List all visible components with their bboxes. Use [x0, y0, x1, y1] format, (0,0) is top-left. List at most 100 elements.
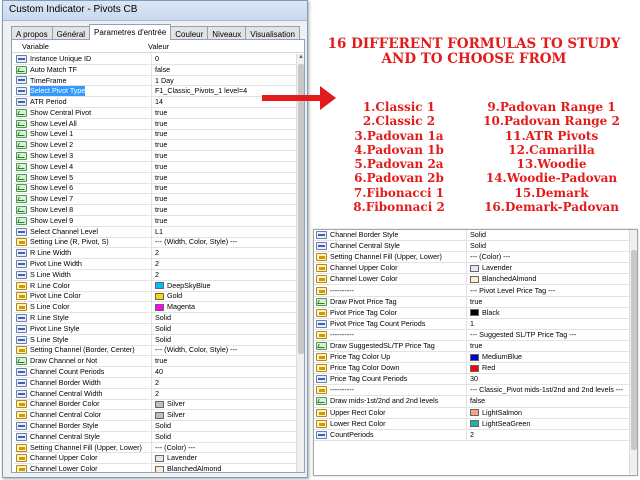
value-cell[interactable]: Solid: [152, 421, 296, 431]
table-row[interactable]: Show Level 6 true: [14, 183, 296, 195]
tab-2[interactable]: Parametres d'entrée: [89, 24, 172, 40]
table-row[interactable]: ---------- --- Classic_Pivot mids-1st/2nd…: [314, 385, 630, 397]
table-row[interactable]: Upper Rect Color LightSalmon: [314, 407, 630, 419]
table-row[interactable]: Channel Count Periods 40: [14, 367, 296, 378]
table-row[interactable]: Channel Upper Color Lavender: [314, 263, 630, 275]
value-cell[interactable]: LightSalmon: [467, 408, 630, 418]
value-cell[interactable]: Solid: [152, 324, 296, 334]
scroll-up-icon[interactable]: ▲: [297, 54, 305, 62]
value-cell[interactable]: Solid: [467, 230, 630, 240]
value-cell[interactable]: false: [467, 396, 630, 406]
value-cell[interactable]: true: [152, 162, 296, 172]
value-cell[interactable]: true: [152, 119, 296, 129]
value-cell[interactable]: true: [152, 140, 296, 150]
table-row[interactable]: Show Level 9 true: [14, 215, 296, 227]
value-cell[interactable]: true: [152, 194, 296, 204]
value-cell[interactable]: 2: [152, 378, 296, 388]
value-cell[interactable]: true: [152, 130, 296, 140]
value-cell[interactable]: 40: [152, 367, 296, 377]
table-row[interactable]: TimeFrame 1 Day: [14, 75, 296, 87]
table-row[interactable]: Show Central Pivot true: [14, 107, 296, 119]
table-row[interactable]: Draw Channel or Not true: [14, 356, 296, 368]
value-cell[interactable]: --- (Width, Color, Style) ---: [152, 238, 296, 248]
table-row[interactable]: Pivot Price Tag Color Black: [314, 307, 630, 319]
value-cell[interactable]: 30: [467, 374, 630, 384]
table-row[interactable]: Channel Border Width 2: [14, 377, 296, 389]
table-row[interactable]: Show Level 2 true: [14, 140, 296, 152]
value-cell[interactable]: true: [152, 216, 296, 226]
value-cell[interactable]: true: [467, 297, 630, 307]
table-row[interactable]: Select Pivot Type F1_Classic_Pivots_1 lev…: [14, 86, 296, 98]
table-row[interactable]: Channel Border Style Solid: [314, 230, 630, 242]
grid-scrollbar[interactable]: ▲: [296, 54, 304, 472]
table-row[interactable]: S Line Style Solid: [14, 334, 296, 346]
table-row[interactable]: Draw SuggestedSL/TP Price Tag true: [314, 340, 630, 353]
value-cell[interactable]: BlanchedAlmond: [152, 464, 296, 472]
table-row[interactable]: Price Tag Color Up MediumBlue: [314, 352, 630, 364]
tab-1[interactable]: Général: [51, 26, 91, 40]
value-cell[interactable]: true: [152, 151, 296, 161]
value-cell[interactable]: true: [152, 108, 296, 118]
tab-4[interactable]: Niveaux: [207, 26, 247, 40]
table-row[interactable]: CountPeriods 2: [314, 429, 630, 441]
table-row[interactable]: Instance Unique ID 0: [14, 54, 296, 65]
value-cell[interactable]: 1: [467, 319, 630, 329]
table-row[interactable]: ---------- --- Suggested SL/TP Price Tag …: [314, 329, 630, 341]
table-row[interactable]: Pivot Line Color Gold: [14, 291, 296, 303]
value-cell[interactable]: false: [152, 65, 296, 75]
column-header-value[interactable]: Valeur: [148, 42, 304, 52]
value-cell[interactable]: --- Classic_Pivot mids-1st/2nd and 2nd l…: [467, 385, 630, 395]
table-row[interactable]: Channel Central Style Solid: [314, 241, 630, 253]
table-row[interactable]: Price Tag Count Periods 30: [314, 374, 630, 386]
value-cell[interactable]: 2: [152, 270, 296, 280]
table-row[interactable]: ATR Period 14: [14, 97, 296, 108]
value-cell[interactable]: Silver: [152, 410, 296, 420]
table-row[interactable]: Pivot Price Tag Count Periods 1: [314, 318, 630, 330]
table-row[interactable]: Show Level 4 true: [14, 161, 296, 173]
table-row[interactable]: Select Channel Level L1: [14, 226, 296, 238]
value-cell[interactable]: Lavender: [467, 263, 630, 273]
table-row[interactable]: R Line Style Solid: [14, 313, 296, 324]
table-row[interactable]: ---------- --- Pivot Level Price Tag ---: [314, 285, 630, 297]
table-row[interactable]: Channel Central Color Silver: [14, 410, 296, 422]
table-row[interactable]: Draw mids-1st/2nd and 2nd levels false: [314, 396, 630, 408]
table-row[interactable]: Show Level 3 true: [14, 151, 296, 162]
value-cell[interactable]: true: [467, 341, 630, 351]
value-cell[interactable]: BlanchedAlmond: [467, 274, 630, 284]
value-cell[interactable]: true: [152, 356, 296, 366]
table-row[interactable]: Price Tag Color Down Red: [314, 363, 630, 375]
tab-3[interactable]: Couleur: [170, 26, 209, 40]
table-row[interactable]: S Line Color Magenta: [14, 302, 296, 314]
value-cell[interactable]: Solid: [152, 335, 296, 345]
value-cell[interactable]: MediumBlue: [467, 352, 630, 362]
table-row[interactable]: Setting Channel Fill (Upper, Lower) --- (…: [14, 442, 296, 454]
table-row[interactable]: S Line Width 2: [14, 269, 296, 281]
table-row[interactable]: R Line Color DeepSkyBlue: [14, 280, 296, 292]
table-row[interactable]: Draw Pivot Price Tag true: [314, 296, 630, 308]
value-cell[interactable]: 0: [152, 54, 296, 64]
value-cell[interactable]: --- Suggested SL/TP Price Tag ---: [467, 330, 630, 340]
value-cell[interactable]: Solid: [152, 432, 296, 442]
value-cell[interactable]: DeepSkyBlue: [152, 281, 296, 291]
grid-scrollbar-continued[interactable]: [629, 230, 637, 475]
value-cell[interactable]: Solid: [152, 313, 296, 323]
table-row[interactable]: Show Level 1 true: [14, 129, 296, 141]
table-row[interactable]: Auto Match TF false: [14, 64, 296, 76]
scrollbar-thumb[interactable]: [631, 250, 637, 450]
value-cell[interactable]: L1: [152, 227, 296, 237]
value-cell[interactable]: 2: [152, 259, 296, 269]
table-row[interactable]: Setting Line (R, Pivot, S) --- (Width, Co…: [14, 237, 296, 249]
table-row[interactable]: Channel Upper Color Lavender: [14, 453, 296, 465]
tab-0[interactable]: A propos: [11, 26, 53, 40]
table-row[interactable]: Channel Lower Color BlanchedAlmond: [314, 274, 630, 286]
value-cell[interactable]: Silver: [152, 400, 296, 410]
table-row[interactable]: Lower Rect Color LightSeaGreen: [314, 418, 630, 430]
column-header-variable[interactable]: Variable: [12, 42, 148, 52]
value-cell[interactable]: true: [152, 173, 296, 183]
value-cell[interactable]: Red: [467, 363, 630, 373]
value-cell[interactable]: 1 Day: [152, 76, 296, 86]
value-cell[interactable]: Solid: [467, 241, 630, 251]
table-row[interactable]: Channel Border Style Solid: [14, 421, 296, 432]
table-row[interactable]: Channel Central Style Solid: [14, 431, 296, 443]
value-cell[interactable]: LightSeaGreen: [467, 419, 630, 429]
